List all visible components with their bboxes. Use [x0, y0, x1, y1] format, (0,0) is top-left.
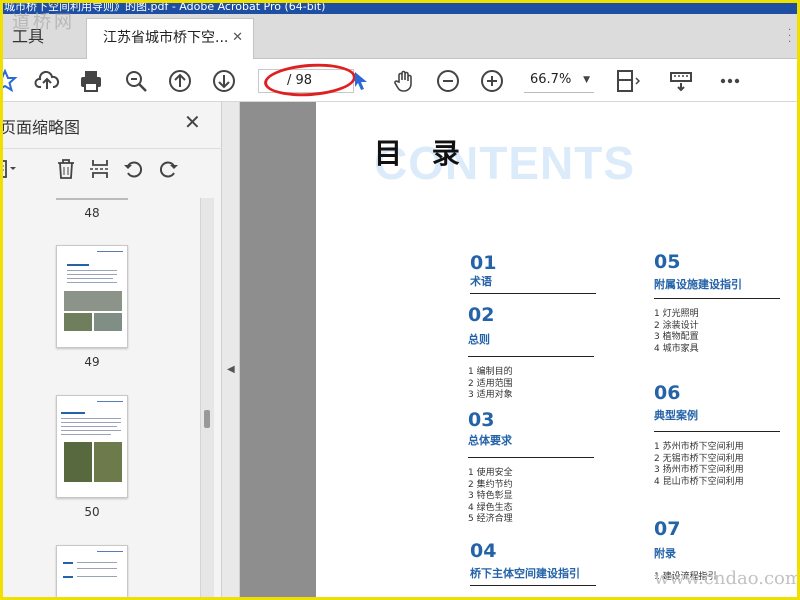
select-cursor-icon[interactable] — [348, 68, 374, 94]
tab-bar: 工具 江苏省城市桥下空... ✕ · · · — [0, 14, 800, 59]
toc-item[interactable]: 4 绿色生态 — [468, 503, 594, 515]
scroll-mode-icon[interactable] — [668, 68, 694, 94]
scrollbar-thumb[interactable] — [204, 410, 210, 428]
toc-items: 1 苏州市桥下空间利用 2 无锡市桥下空间利用 3 扬州市桥下空间利用 4 昆山… — [654, 442, 780, 488]
hand-icon[interactable] — [391, 68, 417, 94]
thumbnail-label: 50 — [84, 505, 100, 519]
toc-title: 桥下主体空间建设指引 — [470, 562, 596, 586]
toc-section-04[interactable]: 04 桥下主体空间建设指引 — [470, 540, 596, 586]
toc-number: 01 — [470, 252, 497, 274]
watermark-url: www.cndao.com — [654, 568, 800, 589]
toc-number: 05 — [654, 251, 681, 273]
toc-item[interactable]: 5 经济合理 — [468, 514, 594, 526]
toc-number: 04 — [470, 540, 497, 562]
thumbnail-page-51[interactable] — [56, 545, 128, 600]
toc-item[interactable]: 1 编制目的 — [468, 367, 594, 379]
thumbnail-page-50[interactable] — [56, 395, 128, 498]
toc-item[interactable]: 3 特色彰显 — [468, 491, 594, 503]
cloud-upload-icon[interactable] — [34, 68, 60, 94]
document-viewport[interactable]: CONTENTS 目 录 01 术语 02 总则 1 编制目的 2 适用范围 3… — [240, 102, 800, 600]
pdf-page: CONTENTS 目 录 01 术语 02 总则 1 编制目的 2 适用范围 3… — [316, 102, 800, 600]
close-panel-icon[interactable]: ✕ — [184, 110, 201, 134]
toc-title: 附录 — [654, 547, 676, 560]
toc-item[interactable]: 1 使用安全 — [468, 468, 594, 480]
toc-section-03[interactable]: 03 总体要求 1 使用安全 2 集约节约 3 特色彰显 4 绿色生态 5 经济… — [468, 409, 594, 526]
toc-number: 07 — [654, 518, 681, 540]
toc-item[interactable]: 4 昆山市桥下空间利用 — [654, 477, 780, 489]
toc-item[interactable]: 2 无锡市桥下空间利用 — [654, 454, 780, 466]
toc-item[interactable]: 2 涂装设计 — [654, 321, 780, 333]
star-icon[interactable] — [0, 68, 18, 94]
trash-icon[interactable] — [54, 157, 78, 181]
extract-page-icon[interactable] — [88, 157, 112, 181]
annotation-ellipse — [262, 60, 358, 100]
toc-item[interactable]: 3 适用对象 — [468, 390, 594, 402]
thumbnail-options-icon[interactable] — [0, 157, 18, 181]
thumbnail-toolbar — [0, 148, 222, 188]
toc-number: 06 — [654, 382, 681, 404]
toc-title: 典型案例 — [654, 404, 780, 432]
thumbnail-panel: 页面缩略图 ✕ 48 49 50 — [0, 102, 222, 600]
zoom-out-icon[interactable] — [435, 68, 461, 94]
toc-section-05[interactable]: 05 附属设施建设指引 1 灯光照明 2 涂装设计 3 植物配置 4 城市家具 — [654, 251, 780, 355]
toc-item[interactable]: 1 灯光照明 — [654, 309, 780, 321]
watermark-logo: 道桥网 — [12, 12, 75, 33]
toc-item[interactable]: 4 城市家具 — [654, 344, 780, 356]
toc-section-01[interactable]: 01 术语 — [470, 252, 596, 294]
prev-page-icon[interactable] — [167, 68, 193, 94]
toolbar: / 98 66.7% ▼ — [0, 60, 800, 102]
more-icon[interactable] — [717, 68, 743, 94]
toc-item[interactable]: 1 苏州市桥下空间利用 — [654, 442, 780, 454]
toc-title: 术语 — [470, 274, 596, 294]
tab-document-label: 江苏省城市桥下空... — [103, 30, 229, 46]
toc-number: 02 — [468, 304, 495, 326]
rotate-right-icon[interactable] — [156, 157, 180, 181]
thumbnail-label: 49 — [84, 355, 100, 369]
toc-title: 总则 — [468, 326, 594, 357]
window-title: 城市桥下空间利用导则》的图.pdf - Adobe Acrobat Pro (6… — [0, 0, 800, 14]
zoom-select[interactable]: 66.7% ▼ — [524, 69, 594, 93]
toc-items: 1 编制目的 2 适用范围 3 适用对象 — [468, 367, 594, 402]
toc-number: 03 — [468, 409, 495, 431]
tab-document[interactable]: 江苏省城市桥下空... ✕ — [86, 18, 254, 59]
rotate-left-icon[interactable] — [122, 157, 146, 181]
toc-items: 1 灯光照明 2 涂装设计 3 植物配置 4 城市家具 — [654, 309, 780, 355]
panel-collapse-strip[interactable]: ◀ — [222, 102, 240, 600]
toc-section-06[interactable]: 06 典型案例 1 苏州市桥下空间利用 2 无锡市桥下空间利用 3 扬州市桥下空… — [654, 382, 780, 488]
toc-item[interactable]: 2 适用范围 — [468, 379, 594, 391]
toc-items: 1 使用安全 2 集约节约 3 特色彰显 4 绿色生态 5 经济合理 — [468, 468, 594, 526]
close-tab-icon[interactable]: ✕ — [232, 19, 243, 57]
toc-item[interactable]: 3 植物配置 — [654, 332, 780, 344]
thumbnail-scrollbar[interactable] — [200, 198, 214, 600]
page-heading: 目 录 — [374, 137, 470, 170]
toc-title: 附属设施建设指引 — [654, 273, 780, 299]
tab-overflow-icon[interactable]: · · · — [788, 26, 794, 48]
chevron-down-icon: ▼ — [583, 75, 590, 85]
thumbnail-page-48-edge[interactable] — [56, 198, 128, 200]
zoom-value: 66.7% — [530, 72, 572, 87]
thumbnail-page-49[interactable] — [56, 245, 128, 348]
thumbnail-label: 48 — [84, 206, 100, 220]
toc-item[interactable]: 3 扬州市桥下空间利用 — [654, 465, 780, 477]
next-page-icon[interactable] — [211, 68, 237, 94]
zoom-in-icon[interactable] — [479, 68, 505, 94]
toc-section-02[interactable]: 02 总则 1 编制目的 2 适用范围 3 适用对象 — [468, 304, 594, 402]
collapse-left-icon[interactable]: ◀ — [227, 364, 235, 375]
print-icon[interactable] — [78, 68, 104, 94]
search-zoom-icon[interactable] — [123, 68, 149, 94]
fit-page-icon[interactable] — [614, 68, 641, 94]
toc-title: 总体要求 — [468, 431, 594, 458]
toc-item[interactable]: 2 集约节约 — [468, 480, 594, 492]
panel-title: 页面缩略图 — [0, 118, 81, 137]
